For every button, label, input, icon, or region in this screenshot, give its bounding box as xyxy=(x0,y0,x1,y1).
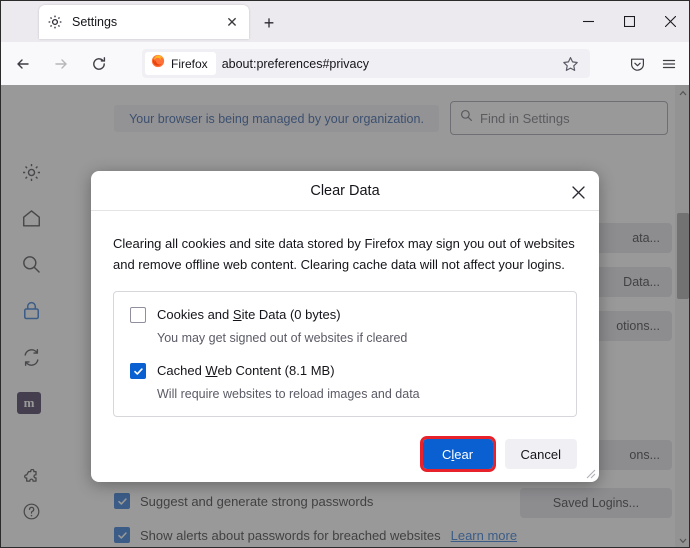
checkbox-icon[interactable] xyxy=(130,363,146,380)
hamburger-menu-icon[interactable] xyxy=(655,51,683,77)
dialog-title: Clear Data xyxy=(310,182,380,199)
dialog-header: Clear Data xyxy=(91,171,599,211)
new-tab-button[interactable]: + xyxy=(258,12,280,34)
browser-window: Settings ✕ + Firefox about:preferences#p… xyxy=(0,0,690,548)
dialog-body: Clearing all cookies and site data store… xyxy=(91,211,599,418)
option-access-key: S xyxy=(232,307,242,323)
browser-tab-settings[interactable]: Settings ✕ xyxy=(39,5,249,39)
option-access-key: W xyxy=(205,363,218,379)
address-bar[interactable]: Firefox about:preferences#privacy xyxy=(142,49,590,78)
modal-backdrop: Clear Data Clearing all cookies and site… xyxy=(1,85,689,547)
title-bar: Settings ✕ + xyxy=(1,1,689,42)
option-label-pre: Cookies and xyxy=(157,307,233,323)
identity-label: Firefox xyxy=(171,56,208,71)
back-button[interactable] xyxy=(7,49,39,79)
identity-box[interactable]: Firefox xyxy=(145,52,216,75)
clear-button-pre: C xyxy=(441,446,452,462)
clear-button-post: ear xyxy=(454,446,474,462)
dialog-options-group: Cookies and Site Data (0 bytes) You may … xyxy=(113,291,577,418)
maximize-button[interactable] xyxy=(609,1,650,42)
dialog-footer: Cl ear Cancel xyxy=(91,426,599,482)
checkbox-icon[interactable] xyxy=(130,307,146,324)
gear-icon xyxy=(47,14,63,30)
forward-button[interactable] xyxy=(45,49,77,79)
close-icon[interactable] xyxy=(565,179,591,205)
option-label: Cookies and Site Data (0 bytes) xyxy=(157,307,341,322)
pocket-save-icon[interactable] xyxy=(623,51,651,77)
firefox-logo-icon xyxy=(151,54,165,73)
option-label-pre: Cached xyxy=(157,363,206,379)
option-text: Cookies and Site Data (0 bytes) You may … xyxy=(157,306,560,346)
option-label-post: ite Data (0 bytes) xyxy=(241,307,341,323)
minimize-button[interactable] xyxy=(568,1,609,42)
tab-title: Settings xyxy=(72,15,118,29)
option-sublabel: You may get signed out of websites if cl… xyxy=(157,331,408,346)
cancel-button[interactable]: Cancel xyxy=(504,439,577,469)
dialog-description: Clearing all cookies and site data store… xyxy=(113,236,575,273)
close-icon[interactable]: ✕ xyxy=(223,13,241,31)
window-controls xyxy=(568,1,689,42)
option-label-post: eb Content (8.1 MB) xyxy=(217,363,335,379)
toolbar-right-icons xyxy=(623,51,683,77)
close-window-button[interactable] xyxy=(650,1,689,42)
clear-data-dialog: Clear Data Clearing all cookies and site… xyxy=(91,171,599,482)
url-text: about:preferences#privacy xyxy=(221,56,369,71)
clear-button[interactable]: Cl ear xyxy=(419,436,496,472)
bookmark-star-icon[interactable] xyxy=(557,51,583,77)
resize-grip-icon[interactable] xyxy=(583,466,596,479)
option-text: Cached Web Content (8.1 MB) Will require… xyxy=(157,362,560,402)
option-cached-web-content[interactable]: Cached Web Content (8.1 MB) Will require… xyxy=(130,362,560,402)
reload-button[interactable] xyxy=(83,49,115,79)
option-label: Cached Web Content (8.1 MB) xyxy=(157,363,335,378)
option-cookies-and-site-data[interactable]: Cookies and Site Data (0 bytes) You may … xyxy=(130,306,560,346)
option-sublabel: Will require websites to reload images a… xyxy=(157,387,420,402)
